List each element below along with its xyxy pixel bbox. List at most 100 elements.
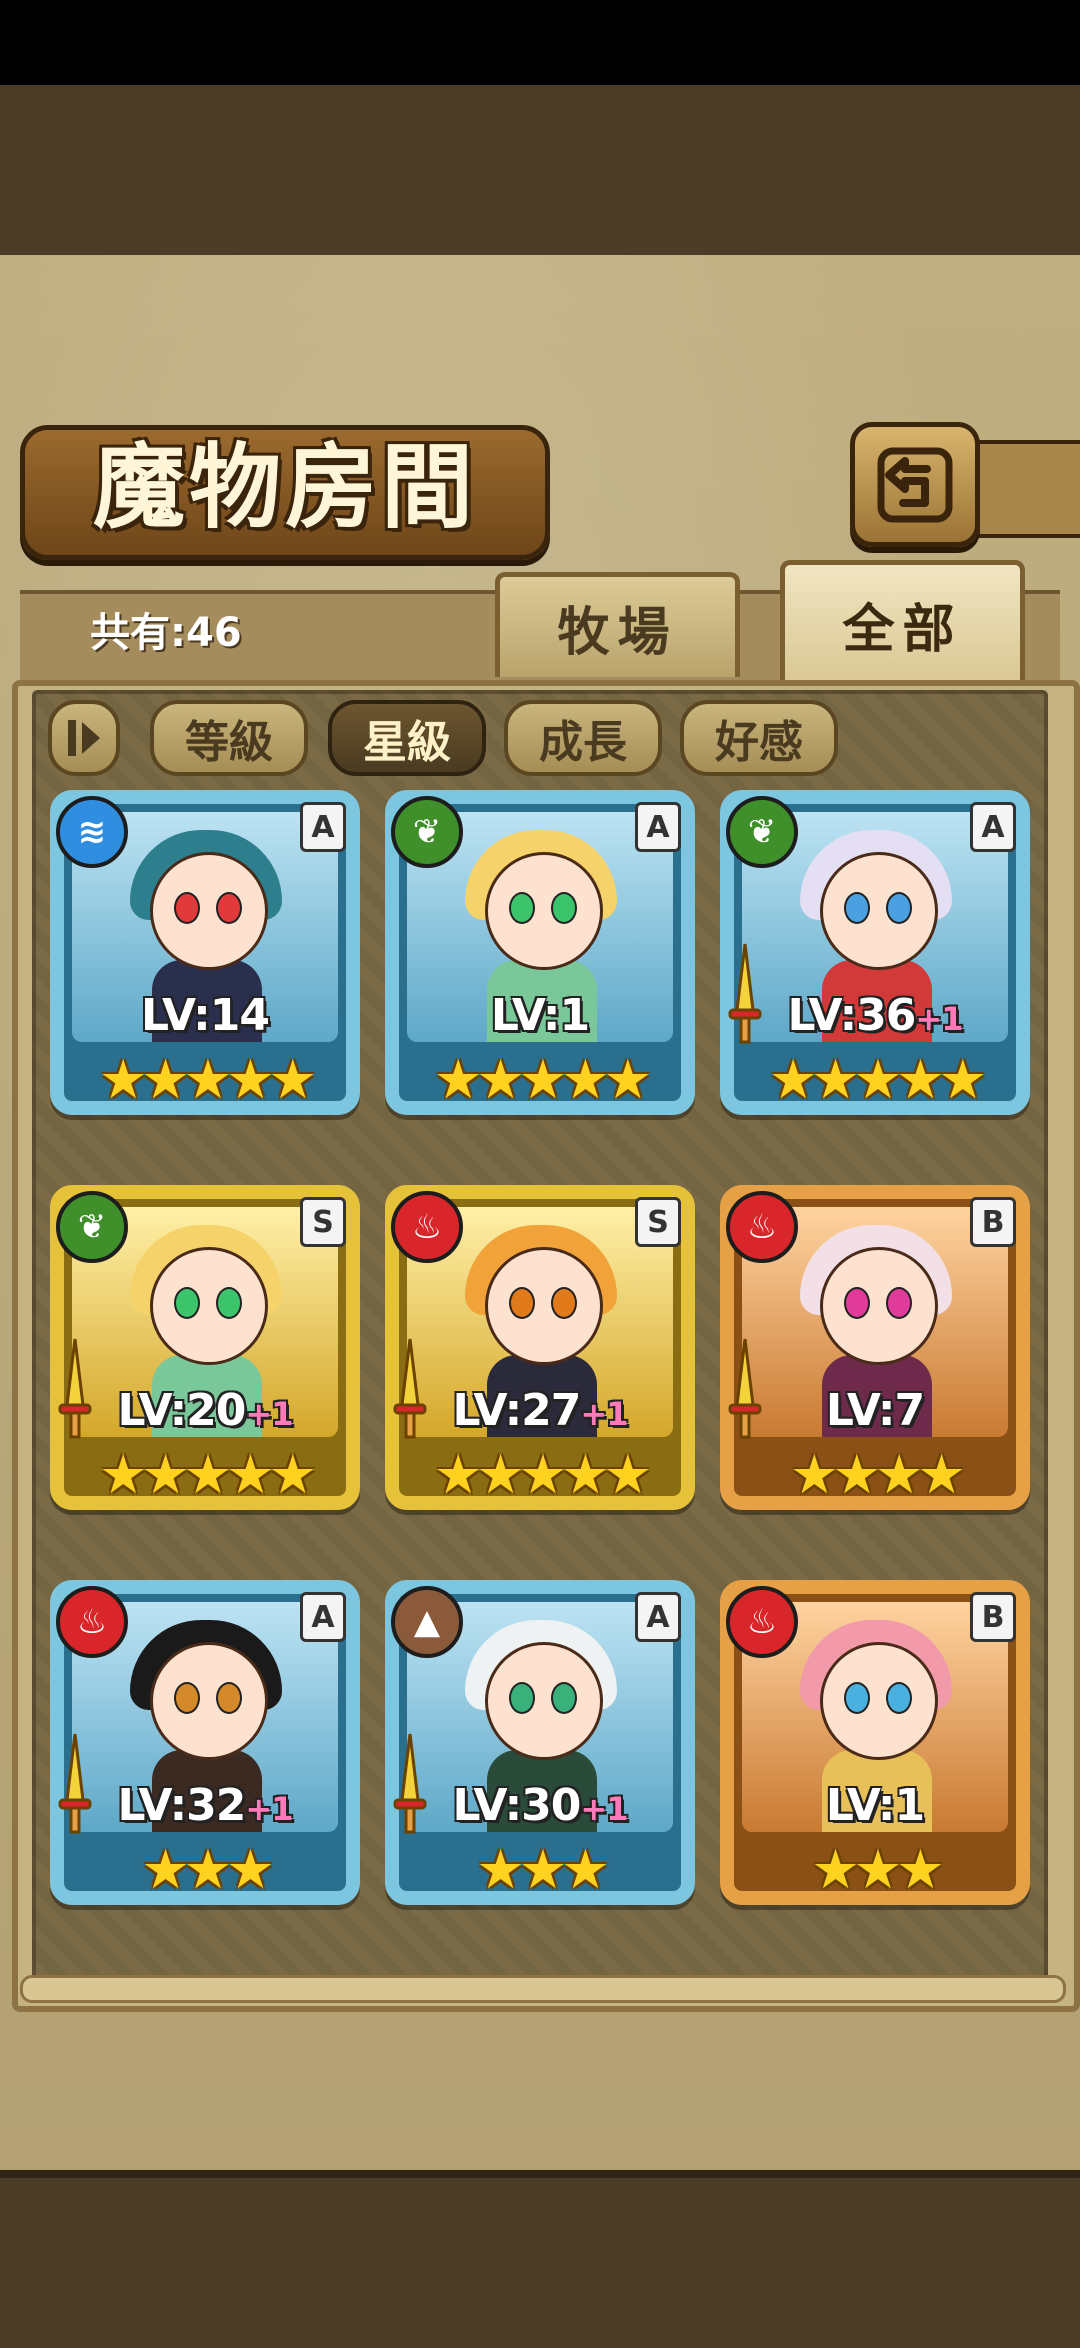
rank-badge: B [970,1197,1016,1247]
level-value: LV:1 [490,990,590,1041]
monster-card[interactable]: ❦ S LV:20+1 ★★★★★ [50,1185,360,1510]
star-rating: ★★★ [476,1838,609,1901]
status-bar [0,0,1080,85]
fire-element-icon: ♨ [726,1191,798,1263]
leaf-element-icon: ❦ [726,796,798,868]
monster-eye [509,1287,535,1319]
level-label: LV:32+1 [50,1780,360,1831]
level-value: LV:14 [141,990,270,1041]
sort-affection-button[interactable]: 好感 [680,700,838,776]
level-bonus: +1 [580,1395,628,1433]
water-element-icon: ≋ [56,796,128,868]
monster-eye [551,1287,577,1319]
monster-eye [174,1287,200,1319]
star-rating: ★★★★★ [98,1443,317,1506]
rank-badge: B [970,1592,1016,1642]
monster-eye [886,1287,912,1319]
monster-card[interactable]: ≋ A LV:14 ★★★★★ [50,790,360,1115]
fire-element-icon: ♨ [56,1586,128,1658]
monster-face [485,852,603,970]
monster-face [485,1642,603,1760]
monster-eye [216,1682,242,1714]
level-label: LV:1 [385,990,695,1041]
level-bonus: +1 [580,1790,628,1828]
level-bonus: +1 [245,1395,293,1433]
monster-eye [509,892,535,924]
rank-badge: S [300,1197,346,1247]
level-value: LV:32 [117,1780,247,1831]
back-button[interactable] [850,422,980,547]
monster-face [820,1642,938,1760]
monster-eye [886,1682,912,1714]
tab-all[interactable]: 全部 [780,560,1025,683]
fire-element-icon: ♨ [726,1586,798,1658]
star-rating: ★★★★ [790,1443,966,1506]
rank-badge: A [635,1592,681,1642]
sort-toggle-icon [68,720,100,756]
earth-element-icon: ▲ [391,1586,463,1658]
level-value: LV:27 [452,1385,582,1436]
level-bonus: +1 [245,1790,293,1828]
monster-eye [174,1682,200,1714]
monster-card[interactable]: ♨ B LV:7 ★★★★ [720,1185,1030,1510]
rank-badge: A [635,802,681,852]
level-value: LV:1 [825,1780,925,1831]
level-label: LV:27+1 [385,1385,695,1436]
star-rating: ★★★ [811,1838,944,1901]
monster-eye [216,1287,242,1319]
monster-eye [551,892,577,924]
rank-badge: A [970,802,1016,852]
star-rating: ★★★★★ [433,1048,652,1111]
monster-eye [509,1682,535,1714]
level-value: LV:36 [787,990,917,1041]
sort-growth-button[interactable]: 成長 [504,700,662,776]
monster-face [820,1247,938,1365]
level-label: LV:30+1 [385,1780,695,1831]
monster-eye [886,892,912,924]
monster-count: 共有:46 [90,610,242,656]
level-label: LV:7 [720,1385,1030,1436]
rank-badge: A [300,802,346,852]
bottom-banner [0,2170,1080,2348]
level-label: LV:20+1 [50,1385,360,1436]
monster-card[interactable]: ❦ A LV:36+1 ★★★★★ [720,790,1030,1115]
sort-order-toggle[interactable] [48,700,120,776]
star-rating: ★★★★★ [98,1048,317,1111]
monster-eye [216,892,242,924]
monster-eye [844,892,870,924]
level-value: LV:20 [117,1385,247,1436]
monster-card[interactable]: ♨ S LV:27+1 ★★★★★ [385,1185,695,1510]
level-label: LV:36+1 [720,990,1030,1041]
level-bonus: +1 [915,1000,963,1038]
fire-element-icon: ♨ [391,1191,463,1263]
top-banner [0,85,1080,263]
level-value: LV:30 [452,1780,582,1831]
monster-eye [551,1682,577,1714]
star-rating: ★★★★★ [768,1048,987,1111]
horizontal-scrollbar[interactable] [20,1975,1066,2003]
tab-ranch[interactable]: 牧場 [495,572,740,677]
monster-card[interactable]: ♨ A LV:32+1 ★★★ [50,1580,360,1905]
level-label: LV:14 [50,990,360,1041]
page-title: 魔物房間 [92,433,477,541]
level-value: LV:7 [825,1385,925,1436]
sort-bar: 等級 星級 成長 好感 [48,700,848,776]
monster-face [150,1247,268,1365]
monster-eye [174,892,200,924]
sort-level-button[interactable]: 等級 [150,700,308,776]
leaf-element-icon: ❦ [56,1191,128,1263]
rank-badge: S [635,1197,681,1247]
rank-badge: A [300,1592,346,1642]
monster-card[interactable]: ♨ B LV:1 ★★★ [720,1580,1030,1905]
monster-face [485,1247,603,1365]
monster-eye [844,1287,870,1319]
monster-card[interactable]: ❦ A LV:1 ★★★★★ [385,790,695,1115]
star-rating: ★★★ [141,1838,274,1901]
leaf-element-icon: ❦ [391,796,463,868]
monster-card[interactable]: ▲ A LV:30+1 ★★★ [385,1580,695,1905]
monster-face [150,1642,268,1760]
star-rating: ★★★★★ [433,1443,652,1506]
monster-face [820,852,938,970]
sort-star-button[interactable]: 星級 [328,700,486,776]
monster-eye [844,1682,870,1714]
